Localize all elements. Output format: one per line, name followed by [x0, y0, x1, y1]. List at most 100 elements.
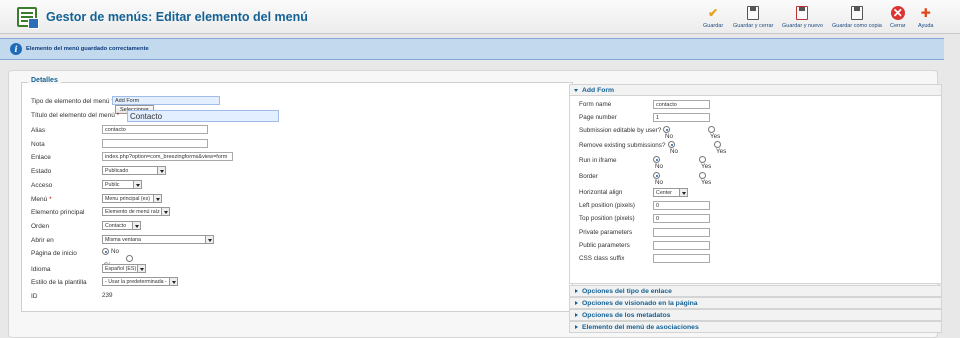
public-params-label: Public parameters: [579, 242, 630, 249]
floppy-disk-copy-icon: [850, 6, 863, 20]
chevron-down-icon: [132, 222, 140, 229]
menu-item-type-field[interactable]: [112, 96, 220, 105]
title-label: Título del elemento del menú: [31, 112, 115, 119]
halign-select[interactable]: Center: [653, 188, 688, 197]
private-params-label: Private parameters: [579, 229, 633, 236]
page-number-field[interactable]: [653, 113, 710, 122]
close-icon: ✕: [890, 6, 905, 20]
caret-right-icon: [575, 289, 578, 293]
header-toolbar: Gestor de menús: Editar elemento del men…: [0, 0, 960, 34]
save-close-button[interactable]: Guardar y cerrar: [733, 6, 773, 29]
home-label: Página de inicio: [31, 250, 77, 257]
chevron-down-icon: [133, 181, 141, 188]
remove-yes-radio[interactable]: [714, 141, 721, 148]
menu-manager-logo-icon: [17, 7, 39, 29]
message-text: Elemento del menú guardado correctamente: [26, 46, 149, 52]
iframe-yes-radio[interactable]: [699, 156, 706, 163]
access-select[interactable]: Public: [102, 180, 142, 189]
parent-label: Elemento principal: [31, 209, 85, 216]
chevron-down-icon: [137, 265, 145, 272]
halign-label: Horizontal align: [579, 189, 623, 196]
id-label: ID: [31, 293, 38, 300]
add-form-accordion-body: Form name Page number Submission editabl…: [569, 96, 942, 284]
chevron-down-icon: [679, 189, 687, 196]
edit-form: Detalles Tipo de elemento del menú * Sel…: [8, 70, 942, 338]
note-field[interactable]: [102, 139, 208, 148]
checkmark-icon: ✔: [708, 6, 719, 20]
alias-label: Alias: [31, 127, 46, 134]
open-in-label: Abrir en: [31, 237, 54, 244]
alias-field[interactable]: [102, 125, 208, 134]
help-icon: ✚: [920, 6, 931, 20]
css-suffix-field[interactable]: [653, 254, 710, 263]
title-field[interactable]: [127, 110, 279, 122]
save-new-button[interactable]: Guardar y nuevo: [782, 6, 823, 29]
floppy-disk-icon: [747, 6, 760, 20]
order-label: Orden: [31, 223, 50, 230]
border-yes-radio[interactable]: [699, 172, 706, 179]
language-select[interactable]: Español (ES): [102, 264, 146, 273]
chevron-down-icon: [157, 167, 165, 174]
chevron-down-icon: [161, 208, 169, 215]
page-display-options-accordion[interactable]: Opciones de visionado en la página: [569, 297, 942, 309]
editable-yes-radio[interactable]: [708, 126, 715, 133]
chevron-down-icon: [153, 195, 161, 202]
left-position-label: Left position (pixels): [579, 202, 635, 209]
form-name-field[interactable]: [653, 100, 710, 109]
open-in-select[interactable]: Misma ventana: [102, 235, 214, 244]
form-name-label: Form name: [579, 101, 612, 108]
save-button[interactable]: ✔ Guardar: [703, 6, 723, 29]
link-field[interactable]: [102, 152, 233, 161]
iframe-no-radio[interactable]: [653, 156, 660, 163]
remove-no-radio[interactable]: [668, 141, 675, 148]
public-params-field[interactable]: [653, 241, 710, 250]
add-form-accordion-header[interactable]: Add Form: [569, 84, 942, 96]
template-select[interactable]: - Usar la predeterminada -: [102, 277, 178, 286]
menu-select[interactable]: Menu principal (es): [102, 194, 162, 203]
remove-label: Remove existing submissions?: [579, 142, 666, 149]
id-value: 239: [102, 292, 113, 299]
left-position-field[interactable]: [653, 201, 710, 210]
metadata-options-accordion[interactable]: Opciones de los metadatos: [569, 309, 942, 321]
page-number-label: Page number: [579, 114, 617, 121]
home-yes-radio[interactable]: [126, 255, 133, 263]
template-label: Estilo de la plantilla: [31, 279, 87, 286]
caret-right-icon: [575, 301, 578, 305]
info-icon: i: [10, 43, 22, 55]
note-label: Nota: [31, 141, 45, 148]
save-copy-button[interactable]: Guardar como copia: [832, 6, 882, 29]
system-message: i Elemento del menú guardado correctamen…: [0, 38, 944, 60]
parent-select[interactable]: Elemento de menú raíz: [102, 207, 170, 216]
editable-label: Submission editable by user?: [579, 127, 662, 134]
page-title: Gestor de menús: Editar elemento del men…: [46, 10, 308, 24]
status-label: Estado: [31, 168, 52, 175]
type-label: Tipo de elemento del menú: [31, 98, 110, 105]
border-label: Border: [579, 173, 598, 180]
details-fieldset: Detalles Tipo de elemento del menú * Sel…: [21, 77, 573, 312]
chevron-down-icon: [205, 236, 213, 243]
link-label: Enlace: [31, 154, 51, 161]
chevron-down-icon: [169, 278, 177, 285]
details-legend: Detalles: [28, 77, 61, 84]
order-select[interactable]: Contacto: [102, 221, 141, 230]
menu-label: Menú: [31, 196, 48, 203]
home-no-radio[interactable]: [102, 248, 109, 255]
help-button[interactable]: ✚ Ayuda: [918, 6, 934, 29]
private-params-field[interactable]: [653, 228, 710, 237]
border-no-radio[interactable]: [653, 172, 660, 179]
top-position-label: Top position (pixels): [579, 215, 635, 222]
status-select[interactable]: Publicado: [102, 166, 166, 175]
access-label: Acceso: [31, 182, 53, 189]
close-button[interactable]: ✕ Cerrar: [890, 6, 906, 29]
language-label: Idioma: [31, 266, 51, 273]
iframe-label: Run in iframe: [579, 157, 617, 164]
floppy-disk-new-icon: [796, 6, 809, 20]
menu-associations-accordion[interactable]: Elemento del menú de asociaciones: [569, 321, 942, 333]
caret-right-icon: [575, 313, 578, 317]
caret-right-icon: [575, 325, 578, 329]
top-position-field[interactable]: [653, 214, 710, 223]
caret-down-icon: [574, 89, 578, 92]
editable-no-radio[interactable]: [663, 126, 670, 133]
link-type-options-accordion[interactable]: Opciones del tipo de enlace: [569, 285, 942, 297]
css-suffix-label: CSS class suffix: [579, 255, 625, 262]
